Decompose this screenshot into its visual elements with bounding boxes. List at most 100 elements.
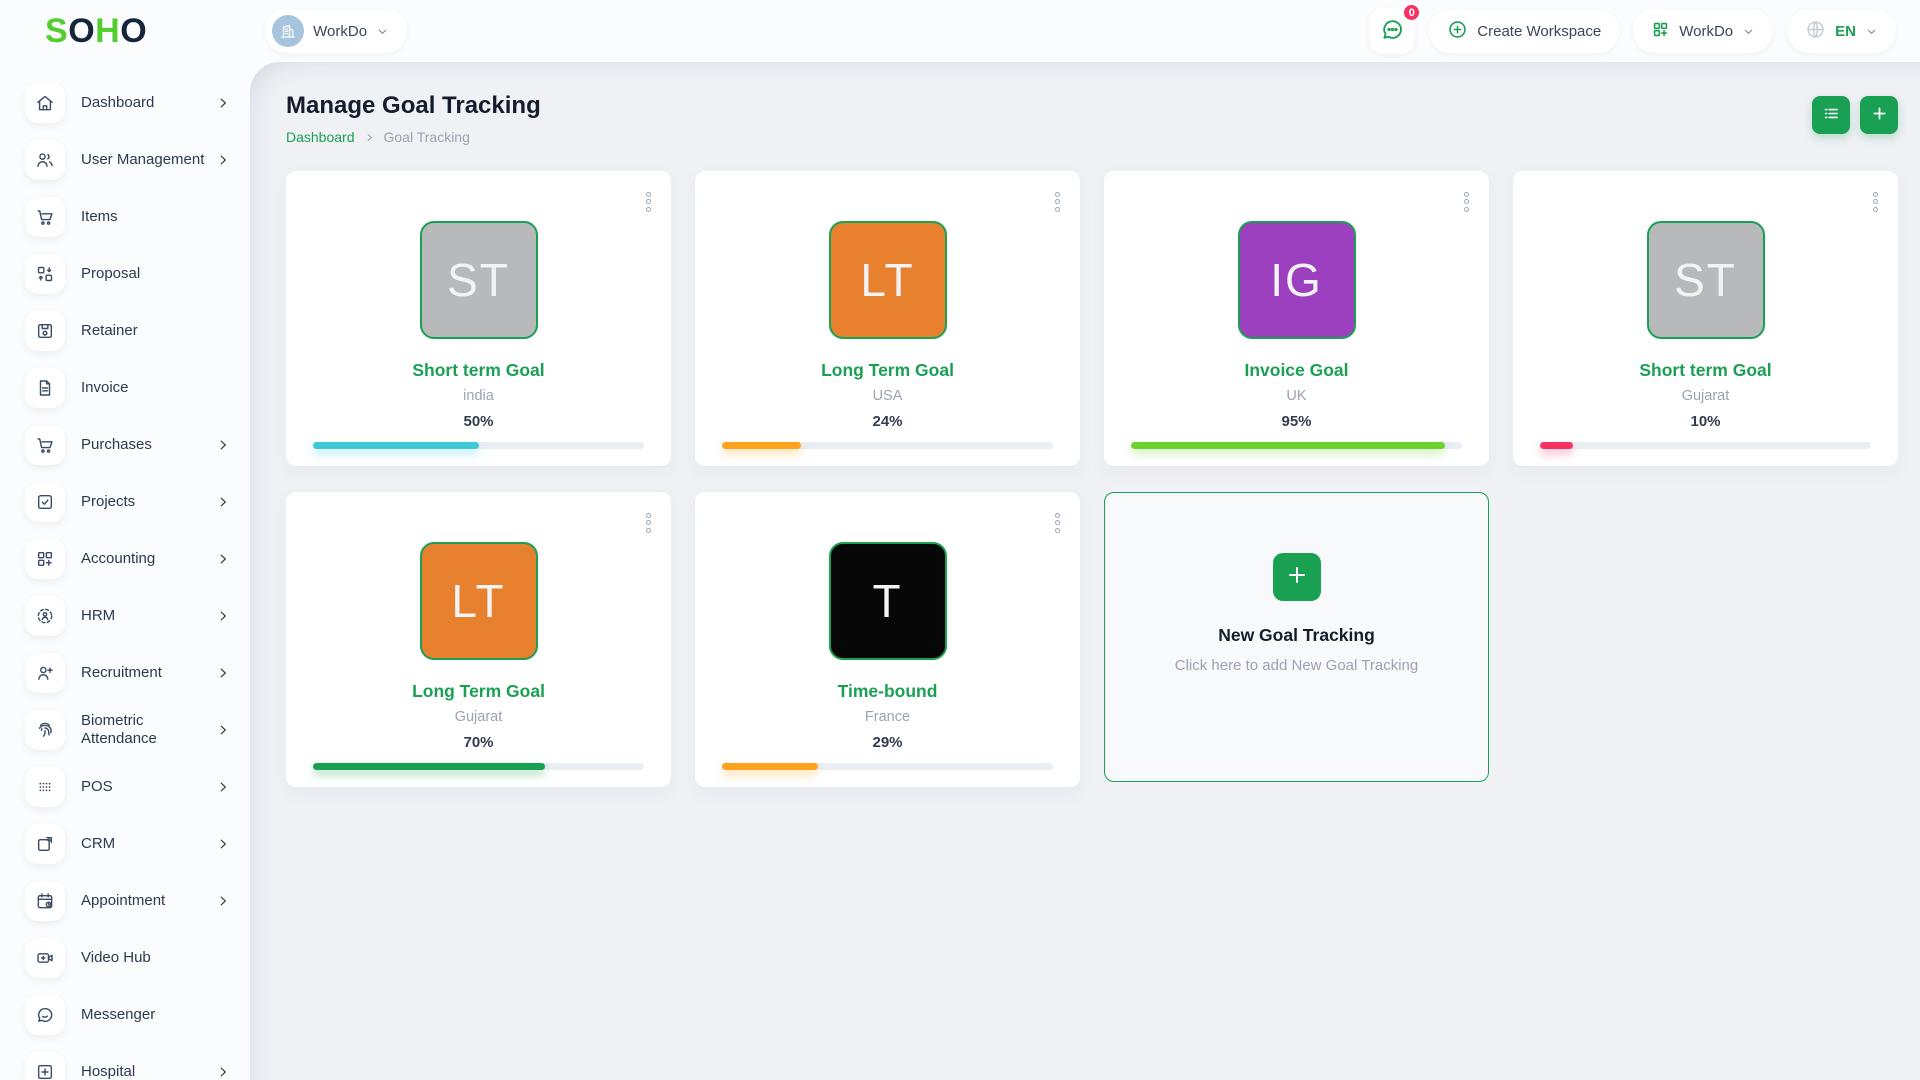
workspace-switcher[interactable]: WorkDo bbox=[265, 9, 407, 53]
chevron-right-icon bbox=[216, 1065, 230, 1079]
goal-initials: LT bbox=[860, 253, 914, 307]
goal-menu-button[interactable] bbox=[1049, 504, 1066, 541]
goal-card: T Time-bound France 29% bbox=[695, 492, 1080, 787]
video-camera-icon bbox=[25, 938, 65, 978]
kebab-icon bbox=[646, 192, 651, 212]
new-goal-plus-button[interactable] bbox=[1273, 553, 1321, 601]
sidebar-item-proposal[interactable]: Proposal bbox=[25, 245, 230, 302]
goal-initials: IG bbox=[1270, 253, 1323, 307]
goal-name-link[interactable]: Short term Goal bbox=[1540, 360, 1871, 381]
goal-name-link[interactable]: Invoice Goal bbox=[1131, 360, 1462, 381]
goal-avatar: IG bbox=[1238, 221, 1356, 339]
kebab-icon bbox=[1055, 513, 1060, 533]
chevron-right-icon bbox=[216, 666, 230, 680]
logo-letter: O bbox=[120, 12, 147, 50]
sidebar-item-items[interactable]: Items bbox=[25, 188, 230, 245]
sidebar-item-messenger[interactable]: Messenger bbox=[25, 986, 230, 1043]
hospital-plus-icon bbox=[25, 1052, 65, 1080]
apps-menu-label: WorkDo bbox=[1679, 23, 1733, 40]
goal-menu-button[interactable] bbox=[1049, 183, 1066, 220]
sidebar-item-pos[interactable]: POS bbox=[25, 758, 230, 815]
file-text-icon bbox=[25, 368, 65, 408]
new-goal-card[interactable]: New Goal Tracking Click here to add New … bbox=[1104, 492, 1489, 782]
goal-region: France bbox=[722, 709, 1053, 725]
goal-menu-button[interactable] bbox=[640, 504, 657, 541]
sidebar-item-biometric-attendance[interactable]: Biometric Attendance bbox=[25, 701, 230, 758]
goal-region: Gujarat bbox=[313, 709, 644, 725]
messenger-button[interactable]: 0 bbox=[1369, 8, 1415, 54]
kebab-icon bbox=[1873, 192, 1878, 212]
chevron-right-icon bbox=[364, 132, 375, 143]
goal-initials: ST bbox=[447, 253, 510, 307]
sidebar-item-dashboard[interactable]: Dashboard bbox=[25, 74, 230, 131]
kebab-icon bbox=[1055, 192, 1060, 212]
goal-name-link[interactable]: Time-bound bbox=[722, 681, 1053, 702]
plus-circle-icon bbox=[1447, 19, 1468, 44]
goal-progress-fill bbox=[722, 442, 801, 449]
goal-progress-fill bbox=[1540, 442, 1573, 449]
goal-progress-bar bbox=[1540, 442, 1871, 449]
goal-progress-bar bbox=[313, 763, 644, 770]
chevron-right-icon bbox=[216, 723, 230, 737]
grid-plus-icon bbox=[25, 539, 65, 579]
chevron-right-icon bbox=[216, 894, 230, 908]
goal-avatar: LT bbox=[420, 542, 538, 660]
sidebar-nav: Dashboard User Management Items Proposal… bbox=[0, 62, 250, 1080]
list-view-button[interactable] bbox=[1812, 96, 1850, 134]
sidebar-item-hospital[interactable]: Hospital bbox=[25, 1043, 230, 1080]
sidebar-item-invoice[interactable]: Invoice bbox=[25, 359, 230, 416]
goal-name-link[interactable]: Long Term Goal bbox=[313, 681, 644, 702]
goal-menu-button[interactable] bbox=[1458, 183, 1475, 220]
page-title: Manage Goal Tracking bbox=[286, 92, 541, 120]
goal-avatar: T bbox=[829, 542, 947, 660]
cart-icon bbox=[25, 197, 65, 237]
goal-percent: 50% bbox=[313, 413, 644, 430]
workspace-name: WorkDo bbox=[313, 23, 367, 40]
sidebar-item-projects[interactable]: Projects bbox=[25, 473, 230, 530]
cart-icon bbox=[25, 425, 65, 465]
create-workspace-button[interactable]: Create Workspace bbox=[1429, 9, 1619, 53]
goal-progress-fill bbox=[313, 442, 479, 449]
sidebar-item-accounting[interactable]: Accounting bbox=[25, 530, 230, 587]
goal-region: Gujarat bbox=[1540, 388, 1871, 404]
goal-percent: 29% bbox=[722, 734, 1053, 751]
add-goal-button[interactable] bbox=[1860, 96, 1898, 134]
sidebar-item-video-hub[interactable]: Video Hub bbox=[25, 929, 230, 986]
main-content: Manage Goal Tracking Dashboard Goal Trac… bbox=[250, 62, 1920, 1080]
sidebar-item-crm[interactable]: CRM bbox=[25, 815, 230, 872]
sidebar-item-recruitment[interactable]: Recruitment bbox=[25, 644, 230, 701]
new-goal-subtitle: Click here to add New Goal Tracking bbox=[1175, 657, 1418, 674]
user-plus-icon bbox=[25, 653, 65, 693]
goal-card: LT Long Term Goal Gujarat 70% bbox=[286, 492, 671, 787]
goal-percent: 95% bbox=[1131, 413, 1462, 430]
goal-menu-button[interactable] bbox=[1867, 183, 1884, 220]
sidebar-item-user-management[interactable]: User Management bbox=[25, 131, 230, 188]
kebab-icon bbox=[1464, 192, 1469, 212]
soho-logo[interactable]: SOHO bbox=[45, 12, 147, 51]
goal-progress-fill bbox=[313, 763, 545, 770]
apps-menu-button[interactable]: WorkDo bbox=[1633, 9, 1773, 53]
goal-region: UK bbox=[1131, 388, 1462, 404]
language-selector[interactable]: EN bbox=[1787, 9, 1896, 53]
chevron-right-icon bbox=[216, 780, 230, 794]
sidebar-item-purchases[interactable]: Purchases bbox=[25, 416, 230, 473]
goal-card: ST Short term Goal Gujarat 10% bbox=[1513, 171, 1898, 466]
goal-name-link[interactable]: Long Term Goal bbox=[722, 360, 1053, 381]
list-icon bbox=[1822, 104, 1841, 126]
sidebar-item-retainer[interactable]: Retainer bbox=[25, 302, 230, 359]
goal-progress-bar bbox=[1131, 442, 1462, 449]
goal-progress-bar bbox=[722, 763, 1053, 770]
breadcrumb-dashboard-link[interactable]: Dashboard bbox=[286, 129, 355, 145]
sidebar-item-appointment[interactable]: Appointment bbox=[25, 872, 230, 929]
plus-icon bbox=[1285, 563, 1309, 590]
dots-grid-icon bbox=[25, 767, 65, 807]
logo-letter: H bbox=[95, 12, 120, 50]
goal-name-link[interactable]: Short term Goal bbox=[313, 360, 644, 381]
sidebar-item-hrm[interactable]: HRM bbox=[25, 587, 230, 644]
goal-menu-button[interactable] bbox=[640, 183, 657, 220]
goal-avatar: ST bbox=[1647, 221, 1765, 339]
chevron-right-icon bbox=[216, 609, 230, 623]
goal-region: india bbox=[313, 388, 644, 404]
goal-progress-bar bbox=[313, 442, 644, 449]
chat-bubble-icon bbox=[1380, 17, 1405, 45]
